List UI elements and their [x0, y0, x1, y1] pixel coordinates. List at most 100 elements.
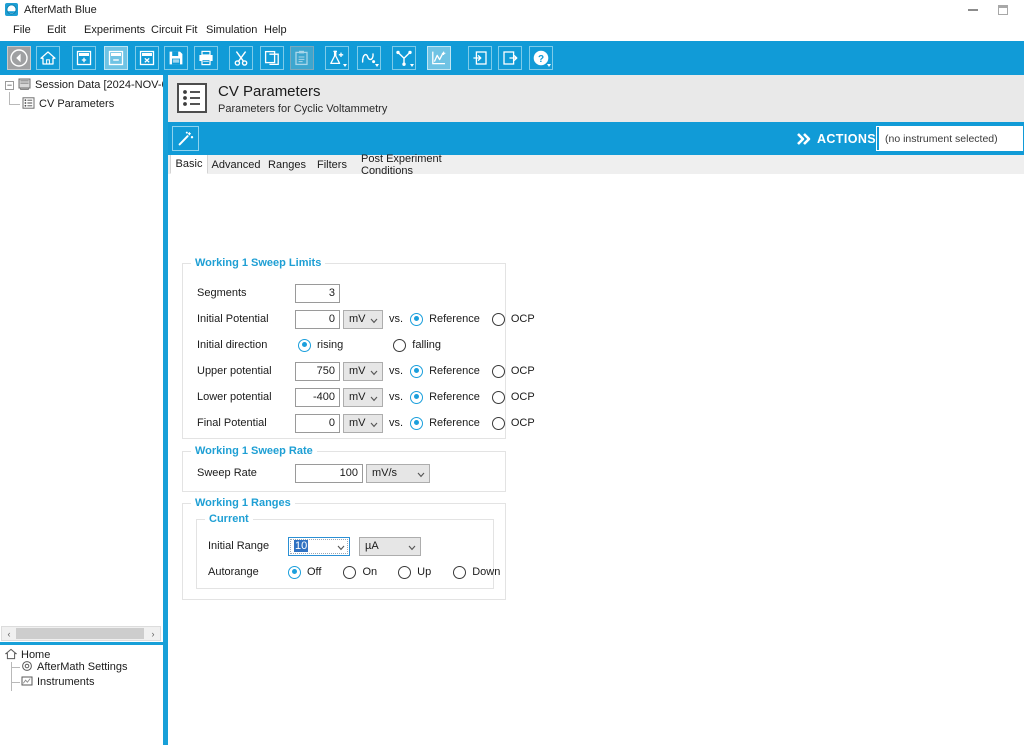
autorange-up-radio[interactable]: Up [398, 565, 432, 579]
expander-icon[interactable]: − [5, 80, 14, 90]
upper-potential-unit-select[interactable]: mV [343, 361, 383, 381]
scroll-right-arrow[interactable]: › [146, 627, 160, 640]
minimize-button[interactable] [958, 0, 988, 20]
radio-icon [491, 312, 505, 326]
new-plot-button[interactable] [357, 46, 381, 70]
scroll-left-arrow[interactable]: ‹ [2, 627, 16, 640]
final-potential-input[interactable]: 0 [295, 413, 340, 433]
back-button[interactable] [7, 46, 31, 70]
nav-connector [11, 667, 20, 668]
upper-potential-input[interactable]: 750 [295, 361, 340, 381]
minimize-icon [968, 9, 978, 11]
nav-connector [11, 682, 20, 683]
maximize-icon [998, 5, 1008, 15]
field-sweep-rate: Sweep Rate 100 mV/s [197, 463, 430, 483]
sidebar-item-instruments[interactable]: Instruments [21, 675, 94, 689]
magic-wand-button[interactable] [172, 126, 199, 151]
cut-button[interactable] [229, 46, 253, 70]
lower-potential-reference-radio[interactable]: Reference [410, 390, 480, 404]
initial-direction-falling-radio[interactable]: falling [393, 338, 442, 352]
field-label: Final Potential [197, 417, 267, 429]
initial-range-value: 10 [294, 540, 309, 552]
copy-button[interactable] [260, 46, 284, 70]
menu-item-help[interactable]: Help [258, 23, 293, 38]
menu-item-experiments[interactable]: Experiments [78, 23, 151, 38]
unit-value: mV [349, 365, 366, 377]
tools-button[interactable] [392, 46, 416, 70]
export-button[interactable] [498, 46, 522, 70]
field-upper-potential: Upper potential 750 mV vs. Reference OCP [197, 361, 535, 381]
maximize-button[interactable] [988, 0, 1018, 20]
tab-advanced[interactable]: Advanced [208, 155, 264, 174]
radio-label: Off [307, 566, 322, 578]
scrollbar-thumb[interactable] [16, 628, 144, 639]
tab-basic[interactable]: Basic [170, 155, 208, 174]
actions-button[interactable]: ACTIONS [796, 127, 876, 150]
menu-item-file[interactable]: File [7, 23, 37, 38]
initial-potential-unit-select[interactable]: mV [343, 309, 383, 329]
parameters-panel: Working 1 Sweep Limits Segments 3 Initia… [168, 174, 1024, 745]
graph-button[interactable] [427, 46, 451, 70]
initial-potential-input[interactable]: 0 [295, 309, 340, 329]
save-button[interactable] [164, 46, 188, 70]
field-label: Initial Potential [197, 313, 269, 325]
lower-potential-input[interactable]: -400 [295, 387, 340, 407]
home-button[interactable] [36, 46, 60, 70]
radio-label: Up [417, 566, 432, 578]
chevron-down-icon [337, 542, 345, 554]
print-button[interactable] [194, 46, 218, 70]
radio-label: falling [412, 339, 442, 351]
sweep-rate-unit-select[interactable]: mV/s [366, 463, 430, 483]
upper-potential-reference-radio[interactable]: Reference [410, 364, 480, 378]
radio-icon [491, 416, 505, 430]
tab-filters[interactable]: Filters [310, 155, 354, 174]
menu-item-simulation[interactable]: Simulation [200, 23, 263, 38]
autorange-down-radio[interactable]: Down [453, 565, 500, 579]
close-archive-button[interactable] [135, 46, 159, 70]
unit-value: mV [349, 313, 366, 325]
tab-ranges[interactable]: Ranges [264, 155, 310, 174]
chevron-down-icon [410, 64, 414, 67]
instrument-selector[interactable]: (no instrument selected) [879, 126, 1023, 151]
session-tree-panel: − Session Data [2024-NOV-04 163 CV Param… [0, 75, 195, 641]
field-initial-direction: Initial direction rising falling [197, 335, 441, 355]
upper-potential-ocp-radio[interactable]: OCP [491, 364, 535, 378]
field-label: Lower potential [197, 391, 272, 403]
action-bar: ACTIONS CLONE PERFORM (no instrument sel… [168, 122, 1024, 155]
initial-direction-rising-radio[interactable]: rising [298, 338, 343, 352]
initial-range-unit-select[interactable]: µA [359, 536, 421, 556]
radio-icon [343, 565, 357, 579]
final-potential-reference-radio[interactable]: Reference [410, 416, 480, 430]
initial-potential-reference-radio[interactable]: Reference [410, 312, 480, 326]
menu-item-edit[interactable]: Edit [41, 23, 72, 38]
chevron-down-icon [547, 64, 551, 67]
radio-label: OCP [510, 313, 535, 325]
autorange-on-radio[interactable]: On [343, 565, 377, 579]
field-label: Segments [197, 287, 247, 299]
final-potential-ocp-radio[interactable]: OCP [491, 416, 535, 430]
tab-post-experiment-conditions[interactable]: Post Experiment Conditions [354, 153, 494, 177]
sidebar-item-aftermath-settings[interactable]: AfterMath Settings [21, 660, 128, 674]
sweep-rate-input[interactable]: 100 [295, 463, 363, 483]
chevron-down-icon [417, 469, 425, 481]
sidebar-horizontal-scrollbar[interactable]: ‹ › [1, 626, 161, 641]
help-button[interactable]: ? [529, 46, 553, 70]
autorange-off-radio[interactable]: Off [288, 565, 322, 579]
final-potential-unit-select[interactable]: mV [343, 413, 383, 433]
radio-label: Reference [429, 365, 480, 377]
paste-button[interactable] [290, 46, 314, 70]
new-experiment-button[interactable] [325, 46, 349, 70]
open-archive-button[interactable] [104, 46, 128, 70]
new-archive-button[interactable] [72, 46, 96, 70]
lower-potential-unit-select[interactable]: mV [343, 387, 383, 407]
import-button[interactable] [468, 46, 492, 70]
initial-potential-ocp-radio[interactable]: OCP [491, 312, 535, 326]
lower-potential-ocp-radio[interactable]: OCP [491, 390, 535, 404]
segments-input[interactable]: 3 [295, 283, 340, 303]
svg-text:?: ? [538, 54, 544, 65]
radio-icon [410, 416, 424, 430]
sidebar-nav-label: Instruments [37, 676, 95, 688]
initial-range-select[interactable]: 10 [288, 536, 350, 556]
tree-item-cv-parameters[interactable]: CV Parameters [22, 96, 114, 111]
menu-item-circuit-fit[interactable]: Circuit Fit [145, 23, 203, 38]
